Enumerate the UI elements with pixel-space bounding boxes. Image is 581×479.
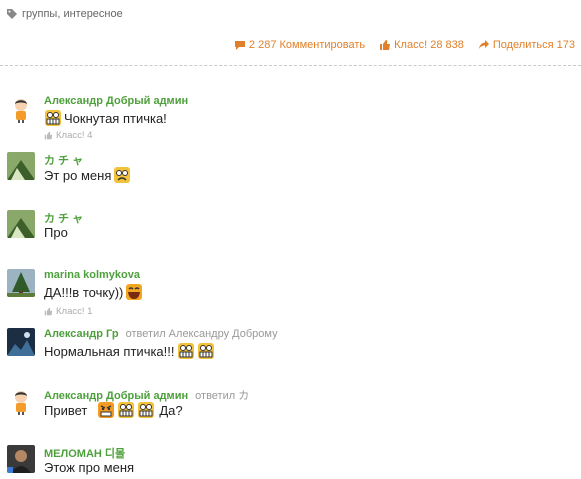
avatar[interactable]	[7, 445, 35, 473]
comment-text: Эт ро меня	[44, 167, 112, 183]
grin-emoji-icon	[138, 402, 155, 418]
klass-label: Класс! 28 838	[394, 39, 464, 51]
speech-bubble-icon	[234, 41, 245, 50]
grin-emoji-icon	[118, 402, 135, 418]
author-name[interactable]: marina kolmykova	[44, 269, 140, 281]
replied-to[interactable]: ответил カ	[195, 390, 249, 402]
comment-text: ДА!!!в точку))	[44, 284, 124, 300]
klass-count[interactable]: Класс! 1	[44, 306, 92, 317]
author-name[interactable]: Александр Добрый админ	[44, 95, 188, 107]
author-line: marina kolmykova	[44, 269, 140, 281]
comment-text-row: Чокнутая птичка!	[44, 109, 167, 127]
share-button[interactable]: Поделиться 173	[478, 39, 575, 51]
comment-text-tail: Да?	[159, 402, 183, 418]
avatar[interactable]	[7, 210, 35, 238]
share-label: Поделиться 173	[492, 39, 575, 51]
replied-to[interactable]: ответил Александру Доброму	[126, 328, 278, 340]
tags-label[interactable]: группы, интересное	[22, 8, 123, 20]
comment-text: Про	[44, 225, 68, 240]
avatar[interactable]	[7, 95, 35, 123]
tag-icon	[7, 9, 17, 19]
comment-text: Нормальная птичка!!!	[44, 343, 175, 359]
comments-label: 2 287 Комментировать	[248, 39, 366, 51]
grin-emoji-icon	[45, 110, 61, 126]
author-line: Александр Гр ответил Александру Доброму	[44, 328, 278, 340]
comment-text-row: Про	[44, 225, 68, 240]
comment-text-row: Привет Да?	[44, 401, 183, 419]
author-name[interactable]: カ チ ャ	[44, 213, 83, 225]
author-line: Александр Добрый админ	[44, 95, 188, 107]
author-line: МЕЛОМАН 디몰	[44, 445, 125, 461]
share-arrow-icon	[478, 40, 489, 49]
comment-text: Этож про меня	[44, 460, 135, 475]
klass-count-label: Класс! 1	[56, 306, 93, 317]
klass-count[interactable]: Класс! 4	[44, 130, 92, 141]
thumbs-up-icon	[44, 131, 53, 140]
comment-text-row: ДА!!!в точку))	[44, 283, 143, 301]
comments-button[interactable]: 2 287 Комментировать	[234, 39, 365, 51]
klass-count-label: Класс! 4	[56, 130, 93, 141]
author-name[interactable]: Александр Гр	[44, 328, 119, 340]
comment-text-row: Эт ро меня	[44, 166, 131, 184]
divider	[0, 65, 581, 66]
author-name[interactable]: МЕЛОМАН 디몰	[44, 448, 125, 460]
thumbs-up-icon	[380, 40, 391, 50]
comment-text: Чокнутая птичка!	[64, 110, 167, 126]
tags-row: группы, интересное	[6, 6, 123, 22]
thumbs-up-icon	[44, 307, 53, 316]
comment-text-row: Этож про меня	[44, 460, 134, 475]
avatar[interactable]	[7, 269, 35, 297]
grin-emoji-icon	[177, 343, 194, 359]
klass-button[interactable]: Класс! 28 838	[379, 39, 464, 51]
grin-emoji-icon	[197, 343, 214, 359]
comment-text: Привет	[44, 402, 88, 418]
comment-text-row: Нормальная птичка!!!	[44, 342, 215, 360]
laughing-emoji-icon	[126, 284, 143, 300]
avatar[interactable]	[7, 152, 35, 180]
avatar[interactable]	[7, 328, 35, 356]
angry-emoji-icon	[98, 402, 115, 418]
actions-bar: 2 287 Комментировать Класс! 28 838 Подел…	[234, 39, 575, 51]
avatar[interactable]	[7, 387, 35, 415]
worried-emoji-icon	[114, 167, 131, 183]
author-line: カ チ ャ	[44, 210, 83, 226]
